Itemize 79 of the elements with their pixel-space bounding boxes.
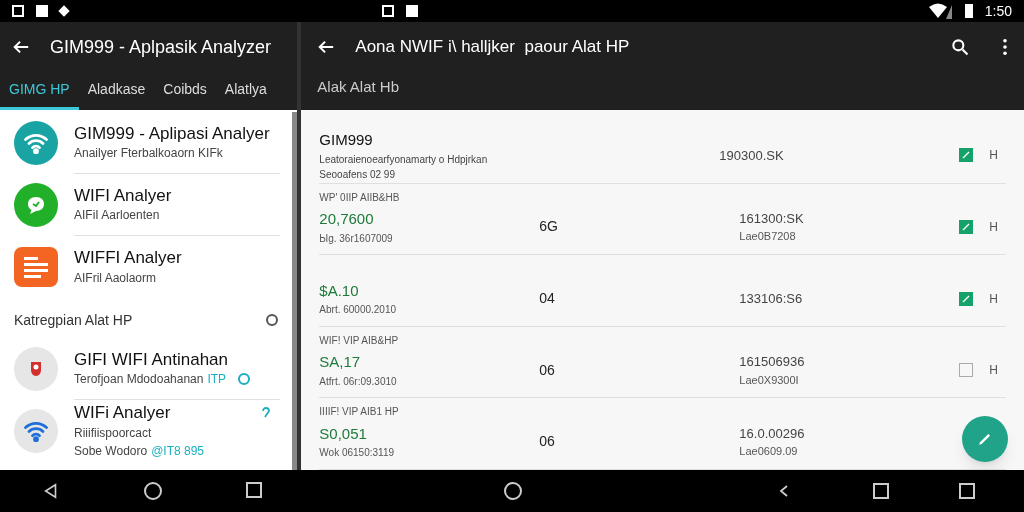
list-app-icon <box>14 247 58 287</box>
app-title: GIM999 - Aplipasi Analyer <box>74 122 270 145</box>
tab[interactable]: Aladkase <box>78 72 155 110</box>
value-text: 190300.SK <box>719 146 785 165</box>
network-description: Leatoraienoearfyonamarty o Hdpjrkan <box>319 152 489 167</box>
section-label: WIF! VIP AIB&HP <box>319 334 399 346</box>
app-list-item[interactable]: GIM999 - Aplipasi Analyer Anailyer Fterbalkoaorn KIFk <box>0 112 293 174</box>
app-list-item[interactable]: WIFI Analyer AIFiI Aarloenten <box>0 174 293 236</box>
size-detail: Lae0B7208 <box>739 229 797 245</box>
app-subtitle: AIFiI Aarloenten <box>74 207 160 225</box>
network-name: GIM999 <box>319 130 374 151</box>
battery-icon <box>964 4 973 18</box>
app-title: WIFI Analyer <box>74 184 172 207</box>
size-text: 133106:S6 <box>739 289 804 308</box>
amount-detail: Ыg. 36r1607009 <box>319 231 394 246</box>
recents-square-icon[interactable] <box>959 483 975 499</box>
section-label: WP' 0IIP AIIB&HB <box>319 191 400 203</box>
detail-text: Sobe Wodoro <box>74 442 148 460</box>
screen-subtitle: Alak Alat Hb <box>317 77 401 97</box>
screen-title: Aona NWIF i\ halljker paour Alat HP <box>355 36 631 59</box>
amount-detail: Wok 06150:3119 <box>319 446 395 461</box>
chat-app-icon <box>14 183 58 227</box>
app-subtitle: Terofjoan Mdodoahanan <box>74 371 204 389</box>
more-icon[interactable] <box>1002 38 1008 56</box>
app-subtitle: AIFril Aaolaorm <box>74 269 157 287</box>
scrollbar[interactable] <box>292 112 298 470</box>
tab[interactable]: Alatlya <box>215 72 276 110</box>
amount-detail: Abrt. 60000.2010 <box>319 303 398 318</box>
checkbox[interactable] <box>959 219 974 234</box>
tag-text: H <box>989 362 998 380</box>
recents-square-icon[interactable] <box>246 482 262 498</box>
app-subtitle: Anailyer Fterbalkoaorn KIFk <box>74 145 223 163</box>
ring-icon <box>238 373 251 386</box>
app-title: GIFI WIFI Antinahan <box>74 348 228 371</box>
tab[interactable]: GIMG HP <box>0 72 79 110</box>
clock-time: 1:50 <box>984 1 1012 21</box>
amount-text: $A.10 <box>319 280 360 301</box>
accent-text: ITP <box>207 371 227 389</box>
app-title: WIFi Analyer <box>74 402 171 424</box>
network-date: Seooafens 02 99 <box>319 167 396 182</box>
image-icon <box>12 5 24 17</box>
back-icon[interactable] <box>12 38 30 56</box>
tag-text: H <box>989 218 998 236</box>
bug-app-icon <box>14 347 58 391</box>
image-icon <box>382 5 394 17</box>
amount-detail: Atfrt. 06r:09.3010 <box>319 374 398 389</box>
size-text: 161506936 <box>739 353 806 372</box>
count-text: 06 <box>539 432 556 452</box>
wifi-signal-icon <box>926 3 953 19</box>
screen-title: GIM999 - Aplpasik Analyzer <box>50 35 272 59</box>
app-list-item[interactable]: WIFi Analyer Riiifiispoorcact Sobe Wodoro @IT8 895 <box>0 400 293 462</box>
tab[interactable]: Coibds <box>154 72 216 110</box>
count-text: 06 <box>539 360 556 380</box>
size-text: 161300:SK <box>739 209 805 228</box>
section-label: IIIIF! VIP AIB1 HP <box>319 406 399 418</box>
size-text: 16.0.00296 <box>739 424 806 443</box>
app-list-item[interactable]: WIFFI Analyer AIFril Aaolaorm <box>0 236 293 298</box>
tag-text: H <box>989 290 998 308</box>
amount-text: S0,051 <box>319 423 368 444</box>
edit-fab[interactable] <box>962 416 1008 462</box>
count-text: 04 <box>539 289 556 309</box>
tag-text: H <box>989 147 998 165</box>
size-detail: Lae0609.09 <box>739 444 799 460</box>
checkbox[interactable] <box>959 291 974 306</box>
count-text: 6G <box>539 217 559 237</box>
size-detail: Lae0X9300I <box>739 372 800 388</box>
search-icon[interactable] <box>950 37 970 57</box>
refresh-icon[interactable] <box>266 314 279 326</box>
amount-text: 20,7600 <box>319 209 375 230</box>
app-title: WIFFI Analyer <box>74 247 182 269</box>
app-list-item[interactable]: GIFI WIFI Antinahan Terofjoan Mdodoahanan ITP <box>0 338 293 400</box>
app-subtitle: Riiifiispoorcact <box>74 424 152 442</box>
recents-square-icon[interactable] <box>873 483 889 499</box>
accent-text: @IT8 895 <box>151 442 205 460</box>
checkbox[interactable] <box>959 148 974 163</box>
checkbox[interactable] <box>959 363 974 378</box>
back-icon[interactable] <box>317 38 336 56</box>
amount-text: SA,17 <box>319 352 362 373</box>
section-header: Katregpian Alat HP <box>14 310 133 330</box>
